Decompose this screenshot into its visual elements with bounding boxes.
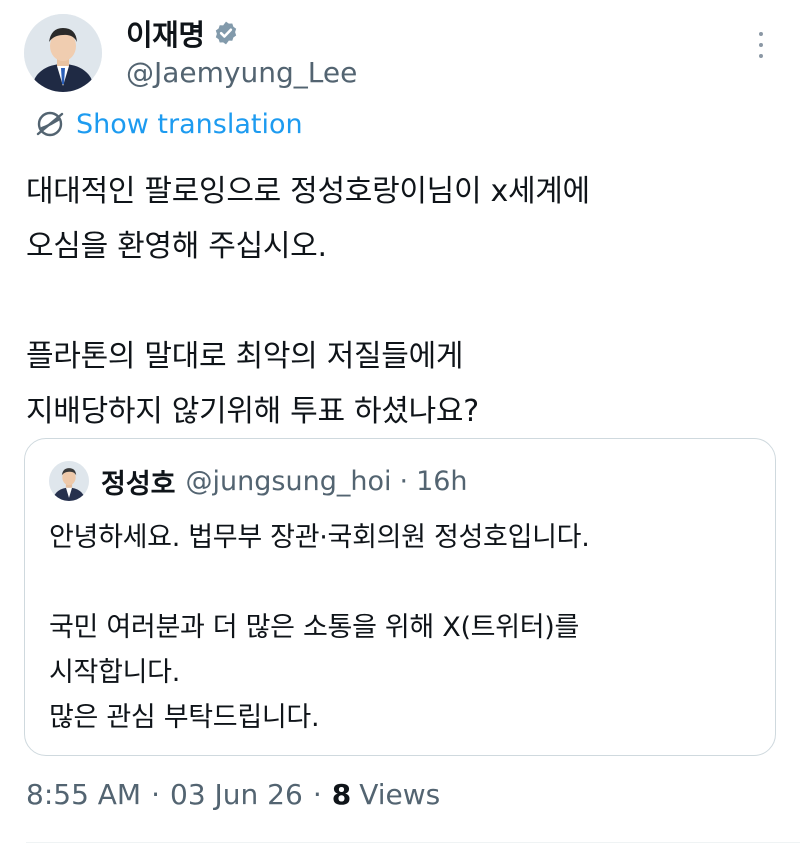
tweet-line: 오심을 환영해 주십시오. [26,229,327,264]
quoted-tweet-text: 안녕하세요. 법무부 장관·국회의원 정성호입니다. 국민 여러분과 더 많은 … [49,515,759,740]
quoted-author-name: 정성호 [101,468,176,500]
avatar-illustration [24,14,102,92]
quoted-tweet-header: 정성호 @jungsung_hoi · 16h [49,461,468,501]
globe-icon [36,111,64,137]
quoted-line: 안녕하세요. 법무부 장관·국회의원 정성호입니다. [49,522,590,553]
quoted-tweet-card[interactable]: 정성호 @jungsung_hoi · 16h 안녕하세요. 법무부 장관·국회… [24,438,776,756]
profile-avatar[interactable] [24,14,102,92]
tweet-text: 대대적인 팔로잉으로 정성호랑이님이 x세계에 오심을 환영해 주십시오. 플라… [26,164,786,439]
author-display-name[interactable]: 이재명 [126,12,205,54]
verified-badge-icon[interactable] [213,20,239,46]
divider [26,842,800,843]
views-count: 8 [331,778,352,811]
quoted-avatar-illustration [49,461,89,501]
quoted-timestamp: 16h [416,465,468,497]
tweet-date[interactable]: 03 Jun 26 [170,778,303,811]
more-dot [759,43,763,47]
tweet-line: 지배당하지 않기위해 투표 하셨나요? [26,394,479,429]
show-translation-label: Show translation [76,108,303,140]
views-label: Views [359,778,441,811]
author-name-row: 이재명 [126,12,239,54]
tweet-line: 플라톤의 말대로 최악의 저질들에게 [26,339,464,374]
quoted-line: 많은 관심 부탁드립니다. [49,702,320,733]
separator-dot: · [151,778,160,811]
quoted-line: 시작합니다. [49,657,180,688]
author-handle[interactable]: @Jaemyung_Lee [126,56,357,89]
tweet-line: 대대적인 팔로잉으로 정성호랑이님이 x세계에 [26,174,590,209]
more-dot [759,32,763,36]
tweet-meta: 8:55 AM · 03 Jun 26 · 8 Views [26,778,440,811]
quoted-author-handle: @jungsung_hoi [185,465,392,497]
more-options-icon[interactable] [754,32,768,58]
tweet-time[interactable]: 8:55 AM [26,778,141,811]
separator-dot: · [399,465,409,497]
separator-dot: · [312,778,322,811]
quoted-line: 국민 여러분과 더 많은 소통을 위해 X(트위터)를 [49,612,580,643]
more-dot [759,54,763,58]
quoted-author-avatar [49,461,89,501]
show-translation-button[interactable]: Show translation [34,108,303,140]
